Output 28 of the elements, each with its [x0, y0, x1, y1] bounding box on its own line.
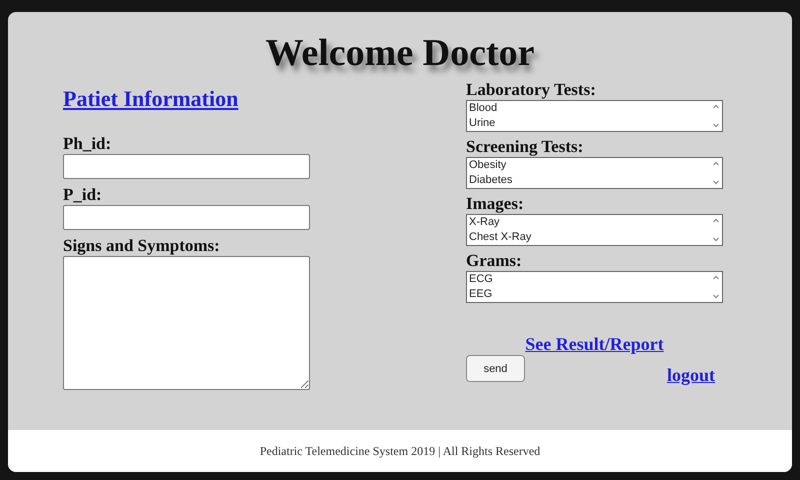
list-box[interactable]: Blood Urine	[466, 100, 723, 132]
list-option[interactable]: X-Ray	[469, 215, 710, 230]
list-box[interactable]: X-Ray Chest X-Ray	[466, 214, 723, 246]
field-label: P_id:	[63, 185, 103, 205]
list-option[interactable]: Urine	[469, 116, 710, 131]
list-option[interactable]: Diabetes	[469, 173, 710, 188]
list-option[interactable]: Chest X-Ray	[469, 230, 710, 245]
footer-text: Pediatric Telemedicine System 2019 | All Rights Reserved	[260, 444, 540, 458]
list-option[interactable]: EEG	[469, 287, 710, 302]
input-field[interactable]	[63, 205, 310, 230]
list-option[interactable]: Blood	[469, 101, 710, 116]
send-button[interactable]: send	[466, 355, 525, 382]
report-link[interactable]: See Result/Report	[525, 334, 664, 354]
field-label: Grams:	[466, 251, 523, 271]
field-label: Ph_id:	[63, 134, 112, 154]
list-box[interactable]: Obesity Diabetes	[466, 157, 723, 189]
logout-link[interactable]: logout	[666, 365, 715, 386]
patient-info-link[interactable]: Patiet Information	[63, 86, 238, 111]
field-label: Images:	[466, 194, 525, 214]
list-option[interactable]: ECG	[469, 272, 710, 287]
list-box[interactable]: ECG EEG	[466, 271, 723, 303]
input-field[interactable]	[63, 154, 310, 179]
page-heading: Welcome Doctor	[264, 31, 536, 76]
list-option[interactable]: Obesity	[469, 158, 710, 173]
field-label: Laboratory Tests:	[466, 80, 597, 100]
field-label: Screening Tests:	[466, 137, 584, 157]
field-label: Signs and Symptoms:	[63, 236, 221, 256]
text-area[interactable]	[63, 256, 310, 390]
